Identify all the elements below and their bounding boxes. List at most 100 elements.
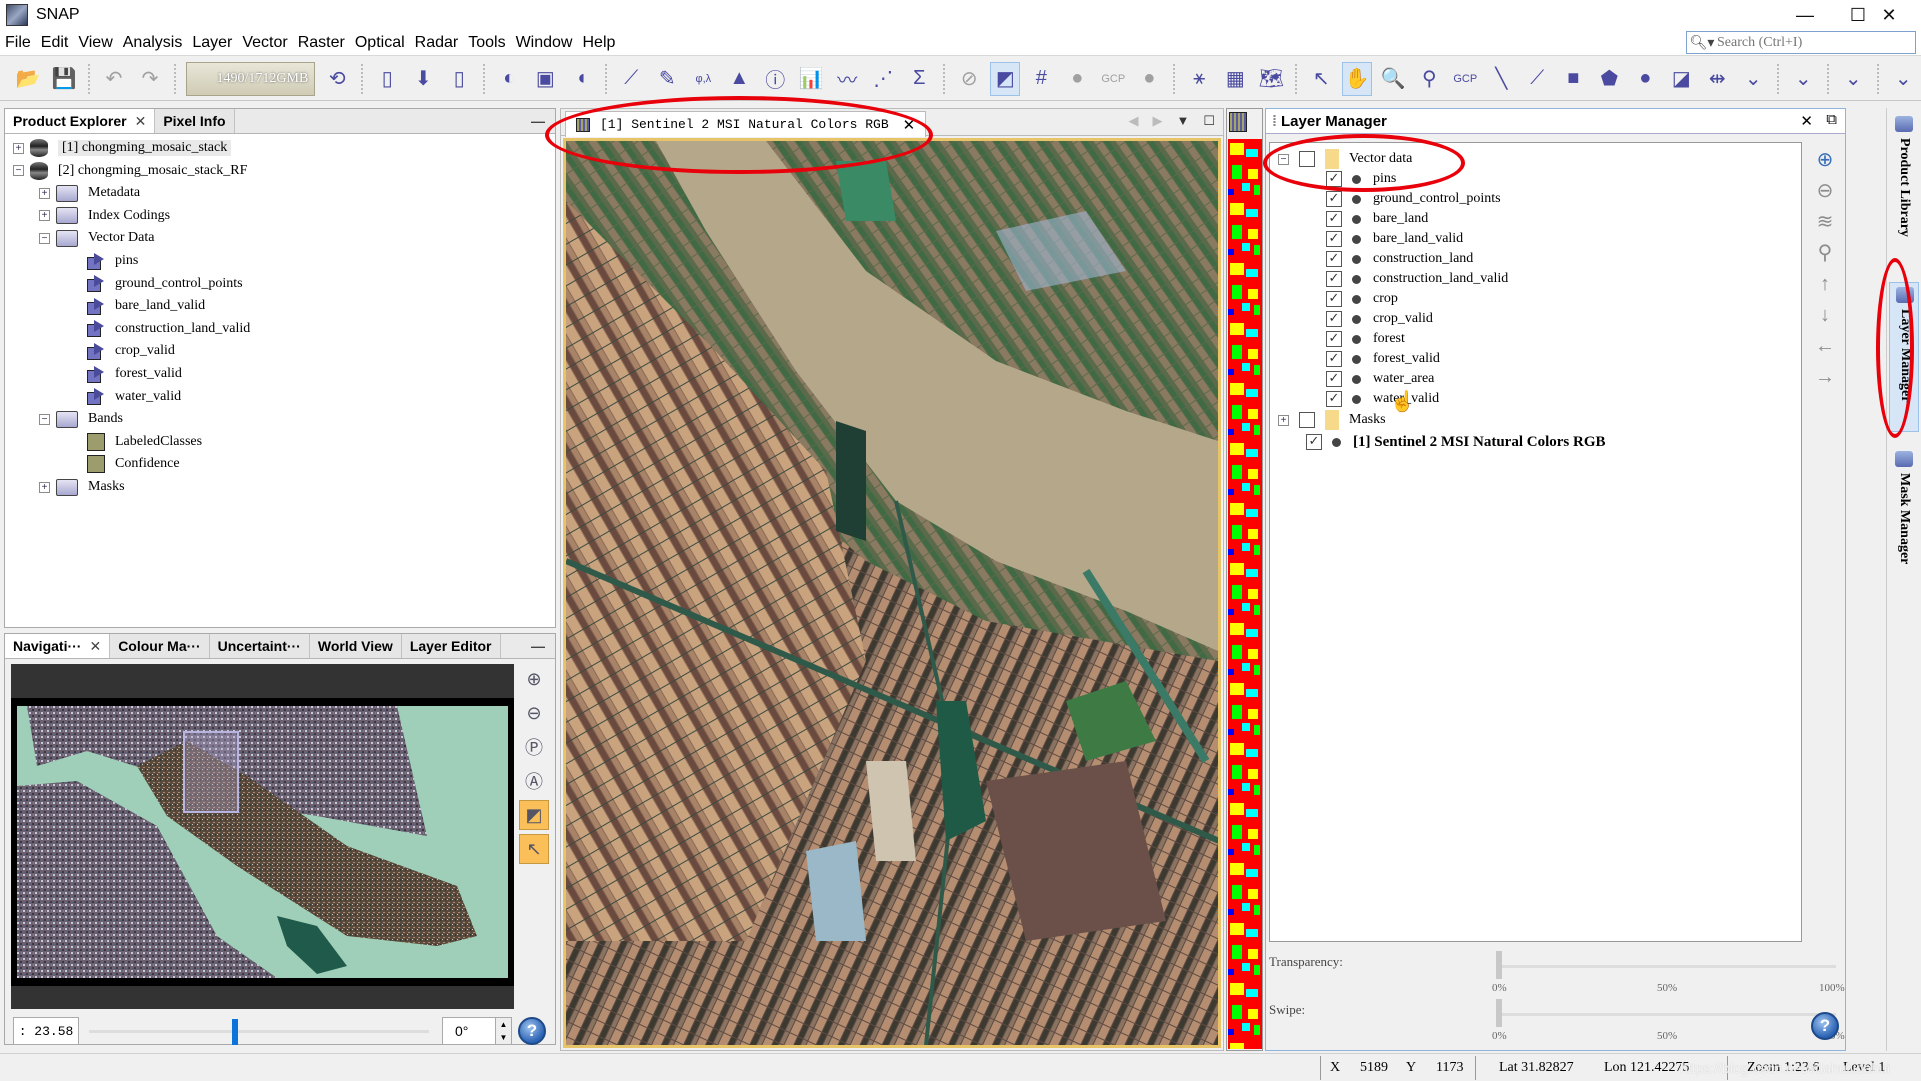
help-icon[interactable]: ?: [518, 1017, 546, 1045]
no-data-overlay-icon[interactable]: ⊘: [954, 62, 984, 96]
line-drawing-tool-icon[interactable]: ╲: [1486, 62, 1516, 96]
band-maths-icon[interactable]: ✎: [652, 62, 682, 96]
layer-visibility-checkbox[interactable]: ✓: [1326, 211, 1342, 227]
polyline-drawing-tool-icon[interactable]: ⟋: [1522, 62, 1552, 96]
layer-row[interactable]: ✓ crop: [1326, 289, 1398, 309]
layer-visibility-checkbox[interactable]: ✓: [1326, 351, 1342, 367]
layer-visibility-checkbox[interactable]: ✓: [1326, 391, 1342, 407]
minimize-panel-button[interactable]: —: [531, 638, 545, 654]
tab-layer-editor[interactable]: Layer Editor: [401, 634, 501, 658]
menu-view[interactable]: View: [73, 34, 117, 52]
layer-visibility-checkbox[interactable]: ✓: [1326, 291, 1342, 307]
tree-node[interactable]: − [2] chongming_mosaic_stack_RF: [13, 160, 247, 182]
statistics-icon[interactable]: 📊: [796, 62, 826, 96]
layer-row[interactable]: ✓ bare_land_valid: [1326, 229, 1463, 249]
image-view-tab[interactable]: [1] Sentinel 2 MSI Natural Colors RGB ✕: [565, 111, 927, 137]
tree-node[interactable]: water_valid: [87, 386, 181, 408]
layer-visibility-checkbox[interactable]: ✓: [1326, 331, 1342, 347]
tab-list-icon[interactable]: ▼: [1176, 113, 1189, 129]
batch-processing-icon[interactable]: ▦: [1220, 62, 1250, 96]
rotation-field[interactable]: 0° ▲ ▼: [442, 1017, 512, 1045]
shape-overlay-icon[interactable]: ●: [1134, 62, 1164, 96]
menu-file[interactable]: File: [0, 34, 36, 52]
layer-visibility-checkbox[interactable]: ✓: [1326, 311, 1342, 327]
zoom-slider-track[interactable]: [89, 1030, 429, 1033]
close-tab-icon[interactable]: ✕: [903, 116, 916, 134]
expand-icon[interactable]: +: [39, 481, 50, 493]
tree-node[interactable]: bare_land_valid: [87, 295, 205, 317]
menu-vector[interactable]: Vector: [237, 34, 292, 52]
tab-product-explorer[interactable]: Product Explorer ✕: [5, 109, 156, 133]
collapse-icon[interactable]: −: [39, 232, 50, 244]
zoom-tool-icon[interactable]: 🔍: [1378, 62, 1408, 96]
garbage-collect-icon[interactable]: ⟲: [322, 62, 352, 96]
tab-world-view[interactable]: World View: [309, 634, 402, 658]
sync-views-icon[interactable]: ◩: [519, 800, 549, 830]
information-icon[interactable]: ⓘ: [760, 62, 790, 96]
tree-node[interactable]: − Vector Data: [39, 227, 154, 249]
close-window-button[interactable]: ✕: [1862, 0, 1916, 30]
sum-icon[interactable]: Σ: [904, 62, 934, 96]
navigation-thumbnail[interactable]: [17, 706, 508, 978]
sidebar-tab-product-library[interactable]: Product Library: [1889, 112, 1919, 262]
overflow-chevron-icon[interactable]: ⌄: [1888, 62, 1918, 96]
layer-row[interactable]: ✓ forest_valid: [1326, 349, 1440, 369]
layer-visibility-checkbox[interactable]: ✓: [1326, 191, 1342, 207]
geo-coding-icon[interactable]: φ,λ: [688, 62, 718, 96]
classification-image[interactable]: [1228, 139, 1262, 1049]
transparency-slider[interactable]: [1496, 965, 1836, 968]
menu-layer[interactable]: Layer: [187, 34, 237, 52]
gcp-placing-tool-icon[interactable]: GCP: [1450, 62, 1480, 96]
layer-row[interactable]: ✓ crop_valid: [1326, 309, 1433, 329]
menu-analysis[interactable]: Analysis: [118, 34, 188, 52]
tree-node[interactable]: Confidence: [87, 453, 180, 475]
move-down-icon[interactable]: ↓: [1814, 304, 1836, 326]
sync-cursor-icon[interactable]: ↖: [519, 834, 549, 864]
transparency-slider-thumb[interactable]: [1496, 951, 1502, 979]
zoom-slider-thumb[interactable]: [231, 1019, 238, 1045]
zoom-to-layer-icon[interactable]: ⚲: [1814, 242, 1836, 264]
remove-layer-icon[interactable]: ⊖: [1814, 180, 1836, 202]
menu-window[interactable]: Window: [511, 34, 578, 52]
tree-node[interactable]: crop_valid: [87, 340, 175, 362]
expand-icon[interactable]: +: [1278, 414, 1289, 426]
collapse-icon[interactable]: −: [13, 165, 24, 177]
profile-plot-icon[interactable]: ⟋: [616, 62, 646, 96]
nav-prev-icon[interactable]: ◀: [1128, 113, 1138, 129]
nav-next-icon[interactable]: ▶: [1152, 113, 1162, 129]
overflow-chevron-icon[interactable]: ⌄: [1788, 62, 1818, 96]
tree-node[interactable]: − Bands: [39, 408, 123, 430]
tab-colour-ma[interactable]: Colour Ma···: [110, 634, 210, 658]
histogram-icon[interactable]: ▲: [724, 62, 754, 96]
redo-icon[interactable]: ↷: [135, 62, 165, 96]
expand-icon[interactable]: +: [13, 142, 24, 154]
layer-row[interactable]: + Masks: [1278, 410, 1386, 430]
open-image-window-icon[interactable]: ▣: [530, 62, 560, 96]
classification-view-strip[interactable]: [1226, 108, 1263, 1051]
layer-row[interactable]: ✓ water_valid: [1326, 389, 1439, 409]
polygon-drawing-tool-icon[interactable]: ⬟: [1594, 62, 1624, 96]
close-tab-icon[interactable]: ✕: [135, 113, 147, 130]
pin-placing-tool-icon[interactable]: ⚲: [1414, 62, 1444, 96]
layer-visibility-checkbox[interactable]: ✓: [1326, 371, 1342, 387]
tree-node[interactable]: LabeledClasses: [87, 431, 202, 453]
help-icon[interactable]: ?: [1811, 1012, 1839, 1040]
menu-raster[interactable]: Raster: [293, 34, 350, 52]
image-canvas[interactable]: [563, 138, 1221, 1048]
pin-overlay-icon[interactable]: ●: [1062, 62, 1092, 96]
layer-visibility-checkbox[interactable]: [1299, 412, 1315, 428]
layer-row[interactable]: − Vector data: [1278, 149, 1412, 169]
graph-builder-icon[interactable]: ⚹: [1184, 62, 1214, 96]
layer-row[interactable]: ✓ [1] Sentinel 2 MSI Natural Colors RGB: [1306, 432, 1606, 452]
viewport-rectangle[interactable]: [183, 731, 239, 813]
expand-icon[interactable]: +: [39, 210, 50, 222]
memory-indicator[interactable]: 1490/1712GMB: [186, 61, 316, 96]
tree-node[interactable]: construction_land_valid: [87, 318, 250, 340]
maximize-view-icon[interactable]: ☐: [1203, 113, 1215, 129]
range-finder-tool-icon[interactable]: ⇹: [1702, 62, 1732, 96]
tree-node[interactable]: pins: [87, 250, 138, 272]
zoom-in-icon[interactable]: ⊕: [519, 664, 549, 694]
gcp-overlay-icon[interactable]: GCP: [1098, 62, 1128, 96]
close-panel-icon[interactable]: ✕: [1800, 112, 1813, 130]
move-up-icon[interactable]: ↑: [1814, 273, 1836, 295]
